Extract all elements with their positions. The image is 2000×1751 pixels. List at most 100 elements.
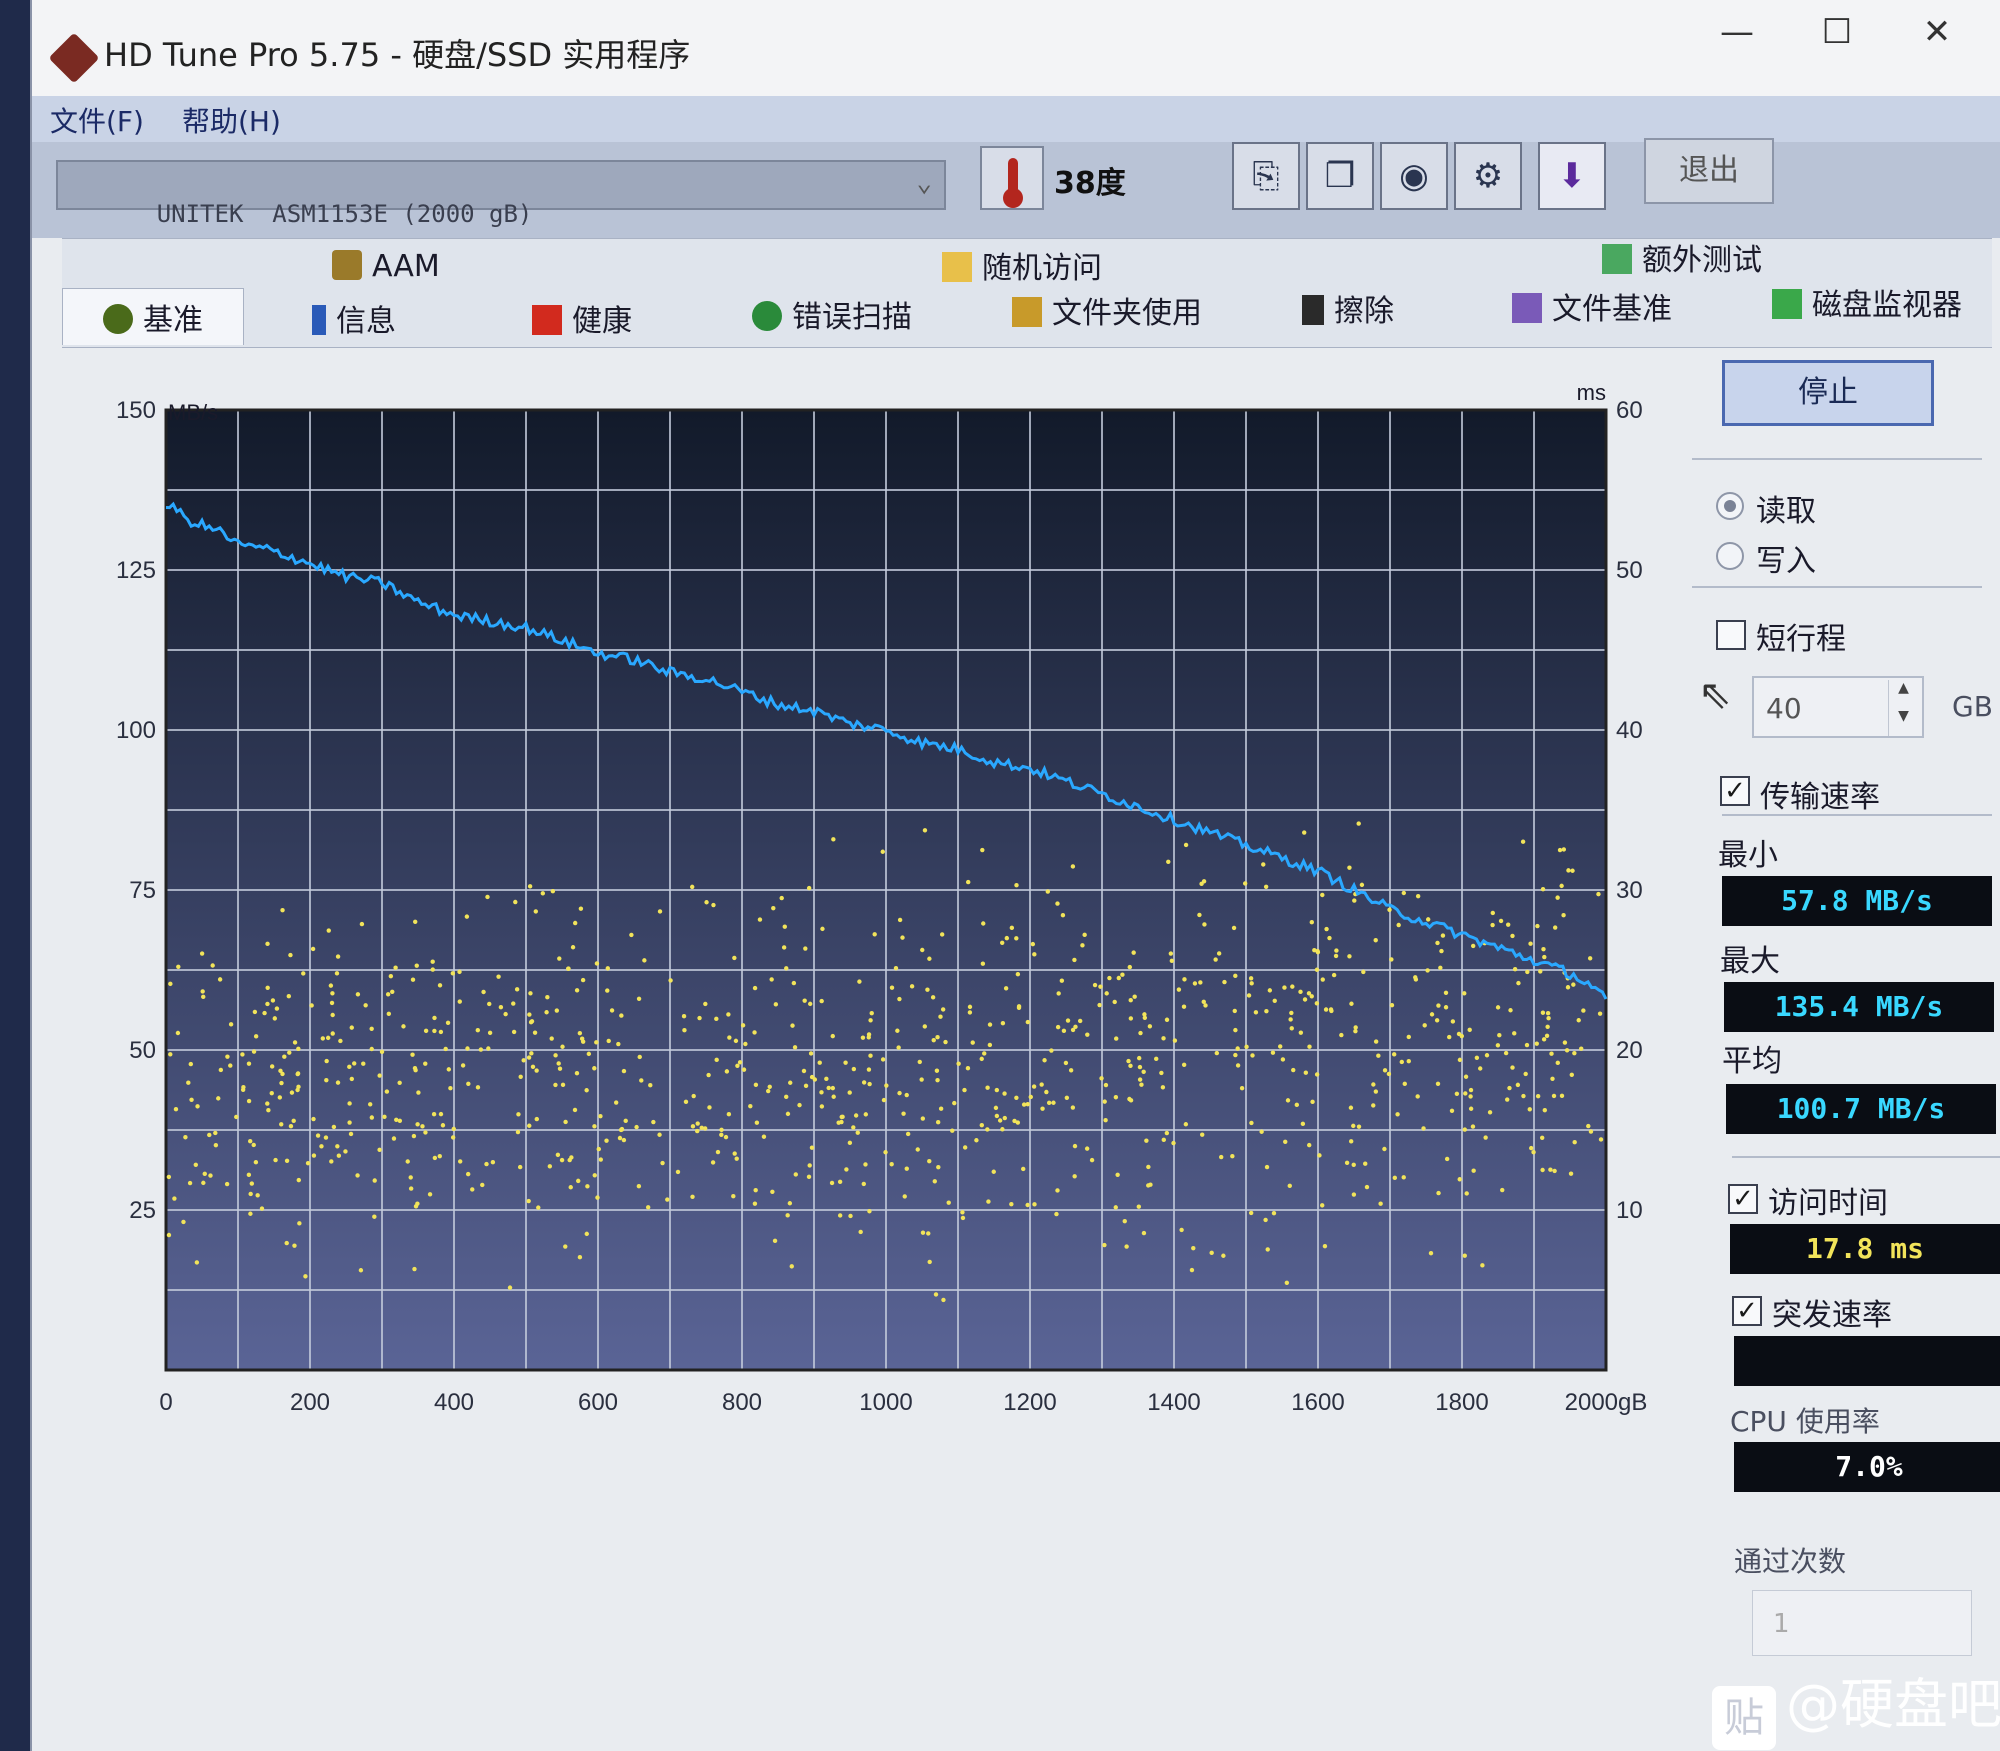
drive-select[interactable]: UNITEK ASM1153E (2000 gB) ⌄ [56, 160, 946, 228]
temperature-button[interactable] [980, 146, 1044, 210]
access-time-point [251, 1049, 257, 1054]
access-time-point [438, 1111, 444, 1117]
close-button[interactable]: ✕ [1892, 4, 1982, 60]
access-time-point [752, 1201, 758, 1206]
access-time-point [754, 1120, 760, 1125]
tab-health[interactable]: 健康 [532, 296, 632, 340]
access-time-point [563, 1244, 568, 1249]
access-time-point [781, 945, 787, 950]
access-time-point [1146, 1183, 1151, 1188]
maximize-button[interactable]: ☐ [1792, 4, 1882, 60]
access-time-point [1334, 948, 1339, 953]
passes-input[interactable]: 1 [1752, 1590, 1972, 1656]
access-time-point [335, 954, 341, 959]
access-time-point [228, 1022, 234, 1027]
access-time-point [557, 1066, 563, 1071]
access-time-point [369, 1115, 375, 1120]
burst-rate-checkbox[interactable]: ✓ [1732, 1296, 1762, 1326]
access-time-point [1422, 1023, 1427, 1028]
access-time-point [572, 920, 578, 926]
max-label: 最大 [1720, 944, 1780, 979]
access-time-point [411, 1133, 417, 1139]
access-time-point [253, 1034, 259, 1039]
short-stroke-size-input[interactable]: 40 ▲ ▼ [1752, 676, 1924, 738]
access-time-point [1131, 950, 1136, 955]
spin-up-icon[interactable]: ▲ [1888, 680, 1918, 708]
access-time-point [385, 992, 391, 997]
tab-info[interactable]: 信息 [312, 296, 396, 340]
spin-down-icon[interactable]: ▼ [1888, 708, 1918, 736]
access-time-point [789, 1264, 794, 1269]
access-time-label: 访问时间 [1768, 1186, 1888, 1221]
menu-help[interactable]: 帮助(H) [182, 100, 281, 140]
access-time-point [616, 1041, 621, 1047]
access-time-point [1314, 1001, 1320, 1006]
access-time-point [475, 1085, 481, 1090]
access-time-point [1082, 932, 1087, 938]
access-time-point [598, 1114, 603, 1119]
watermark: 贴 @硬盘吧 [1712, 1660, 2000, 1750]
access-time-point [347, 1101, 352, 1106]
access-time-point [1264, 1164, 1270, 1170]
access-time-point [695, 1128, 700, 1134]
minimize-button[interactable]: — [1692, 4, 1782, 60]
access-time-point [240, 1052, 245, 1057]
tab-erase[interactable]: 擦除 [1302, 286, 1394, 330]
health-icon [532, 305, 562, 335]
access-time-point [905, 1131, 911, 1137]
write-radio[interactable] [1716, 542, 1744, 570]
short-stroke-checkbox[interactable] [1716, 620, 1746, 650]
access-time-point [1191, 1245, 1196, 1251]
access-time-point [1183, 842, 1189, 848]
access-time-point [1359, 882, 1365, 888]
access-time-point [981, 921, 986, 926]
access-time-point [560, 1044, 565, 1049]
access-time-point [606, 1038, 611, 1044]
tab-file-benchmark[interactable]: 文件基准 [1512, 284, 1672, 328]
access-time-point [752, 985, 758, 991]
access-time-point [1490, 922, 1495, 928]
access-time-point [1361, 969, 1366, 975]
access-time-point [1000, 1127, 1005, 1132]
access-time-point [1371, 1103, 1376, 1108]
tab-extra-tests[interactable]: 额外测试 [1602, 235, 1762, 279]
copy-all-button[interactable]: ❐ [1306, 142, 1374, 210]
access-time-point [1415, 893, 1421, 899]
access-time-point [743, 1041, 748, 1047]
menu-file[interactable]: 文件(F) [50, 100, 144, 140]
tab-folder-usage[interactable]: 文件夹使用 [1012, 288, 1202, 332]
options-button[interactable]: ⚙ [1454, 142, 1522, 210]
access-time-checkbox[interactable]: ✓ [1728, 1184, 1758, 1214]
access-time-point [390, 989, 395, 994]
access-time-point [252, 1009, 258, 1015]
exit-button[interactable]: 退出 [1644, 138, 1774, 204]
tab-aam[interactable]: AAM [332, 249, 440, 284]
save-button[interactable]: ⬇ [1538, 142, 1606, 210]
access-time-point [199, 951, 205, 956]
access-time-point [200, 989, 205, 994]
access-time-point [1550, 1076, 1555, 1081]
copy-info-button[interactable]: ⎘ [1232, 142, 1300, 210]
y-left-tick-label: 125 [116, 557, 156, 584]
access-time-point [1302, 997, 1308, 1002]
screenshot-button[interactable]: ◉ [1380, 142, 1448, 210]
read-radio[interactable] [1716, 492, 1744, 520]
access-time-point [1490, 910, 1496, 916]
access-time-point [329, 1159, 334, 1164]
tab-error-scan[interactable]: 错误扫描 [752, 292, 912, 336]
tab-disk-monitor[interactable]: 磁盘监视器 [1772, 280, 1962, 324]
access-time-point [1233, 1052, 1238, 1058]
access-time-point [224, 1181, 230, 1187]
access-time-point [837, 1179, 843, 1185]
access-time-point [296, 1046, 301, 1051]
access-time-point [869, 1010, 874, 1016]
access-time-point [1002, 1091, 1007, 1096]
tab-benchmark[interactable]: 基准 [62, 288, 244, 345]
access-time-point [427, 1192, 433, 1197]
transfer-rate-checkbox[interactable]: ✓ [1720, 776, 1750, 806]
access-time-point [1231, 925, 1237, 931]
access-time-point [806, 1174, 812, 1180]
y-left-tick-label: 150 [116, 397, 156, 424]
tab-random-access[interactable]: 随机访问 [942, 243, 1102, 287]
stop-button[interactable]: 停止 [1722, 360, 1934, 426]
